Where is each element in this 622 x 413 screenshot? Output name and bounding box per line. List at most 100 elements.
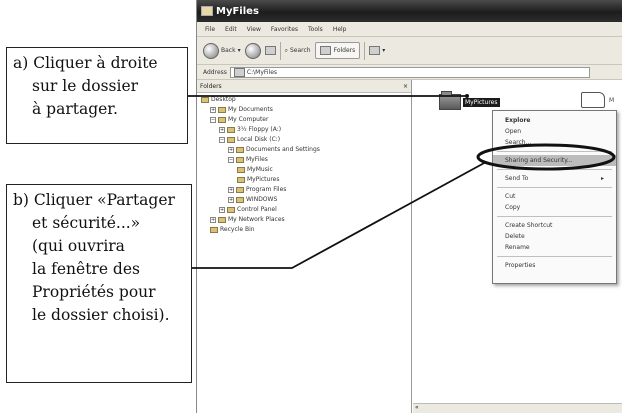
expand-icon[interactable]: + xyxy=(210,217,216,223)
folder-tree: Desktop + My Documents − My Computer +3½ Flop… xyxy=(197,93,411,235)
menu-help[interactable]: Help xyxy=(333,26,347,33)
tree-item-label: MyMusic xyxy=(247,166,273,173)
tree-item[interactable]: Recycle Bin xyxy=(197,225,411,235)
menu-separator xyxy=(497,216,612,217)
tree-item[interactable]: + My Documents xyxy=(197,105,411,115)
menu-view[interactable]: View xyxy=(247,26,261,33)
address-field[interactable]: C:\MyFiles xyxy=(229,66,590,78)
tree-item-label: Control Panel xyxy=(237,206,277,213)
selected-folder-label[interactable]: MyPictures xyxy=(463,98,500,107)
expand-icon[interactable]: + xyxy=(219,127,225,133)
callout-a-line: a) Cliquer à droite xyxy=(13,54,158,72)
forward-button[interactable] xyxy=(244,42,261,59)
folders-label: Folders xyxy=(333,47,356,54)
folders-icon xyxy=(319,46,331,55)
tree-item[interactable]: + My Network Places xyxy=(197,215,411,225)
menu-tools[interactable]: Tools xyxy=(308,26,323,33)
tree-item-label: My Network Places xyxy=(228,216,285,223)
back-button[interactable]: Back ▾ xyxy=(203,42,241,59)
context-menu-item[interactable]: Sharing and Security... xyxy=(493,155,616,166)
views-button[interactable]: ▾ xyxy=(369,46,385,55)
expand-icon[interactable]: + xyxy=(219,207,225,213)
tree-item-label: Recycle Bin xyxy=(220,226,255,233)
folder-label[interactable]: M xyxy=(609,97,614,104)
callout-step-a: a) Cliquer à droite sur le dossier à par… xyxy=(6,47,188,144)
menu-separator xyxy=(497,169,612,170)
tree-item[interactable]: +3½ Floppy (A:) xyxy=(197,125,411,135)
tree-item[interactable]: MyMusic xyxy=(197,165,411,175)
callout-a-line: à partager. xyxy=(32,100,118,118)
menu-edit[interactable]: Edit xyxy=(225,26,237,33)
expand-icon[interactable]: + xyxy=(210,107,216,113)
folder-icon[interactable] xyxy=(581,92,605,108)
tree-item[interactable]: − Local Disk (C:) xyxy=(197,135,411,145)
context-menu-item[interactable]: Properties xyxy=(493,260,616,271)
folder-icon xyxy=(218,107,226,113)
address-value: C:\MyFiles xyxy=(246,68,278,76)
folder-icon xyxy=(236,197,244,203)
tree-item[interactable]: Desktop xyxy=(197,95,411,105)
menu-favorites[interactable]: Favorites xyxy=(271,26,298,33)
menu-separator xyxy=(497,256,612,257)
title-bar[interactable]: MyFiles xyxy=(197,0,622,22)
callout-b-line: Propriétés pour xyxy=(32,283,156,301)
context-menu-item[interactable]: Search... xyxy=(493,137,616,148)
folders-pane-header: Folders × xyxy=(197,80,411,93)
toolbar-divider xyxy=(279,41,281,60)
tree-item[interactable]: + Documents and Settings xyxy=(197,145,411,155)
collapse-icon[interactable]: − xyxy=(228,157,234,163)
tree-item[interactable]: + Control Panel xyxy=(197,205,411,215)
up-folder-button[interactable] xyxy=(264,46,276,55)
tree-item[interactable]: + Program Files xyxy=(197,185,411,195)
folders-button[interactable]: Folders xyxy=(314,42,361,59)
context-menu-item[interactable]: Rename xyxy=(493,242,616,253)
tree-item-label: MyPictures xyxy=(247,176,280,183)
context-menu-item-label: Properties xyxy=(505,262,536,269)
context-menu-item[interactable]: Send To ▸ xyxy=(493,173,616,184)
folder-icon xyxy=(201,97,209,103)
collapse-icon[interactable]: − xyxy=(210,117,216,123)
context-menu-item[interactable]: Explore xyxy=(493,115,616,126)
tree-item-label: 3½ Floppy (A:) xyxy=(237,126,282,133)
menu-separator xyxy=(497,187,612,188)
menu-bar: File Edit View Favorites Tools Help xyxy=(197,22,622,37)
tree-item-label: My Computer xyxy=(228,116,269,123)
context-menu-item[interactable]: Cut xyxy=(493,191,616,202)
context-menu-item-label: Open xyxy=(505,128,522,135)
callout-b-line: le dossier choisi). xyxy=(32,306,170,324)
submenu-arrow-icon: ▸ xyxy=(600,175,604,182)
folders-pane-title: Folders xyxy=(200,82,222,90)
search-icon: ⌕ xyxy=(284,46,288,54)
expand-icon[interactable]: + xyxy=(228,147,234,153)
callout-a-line: sur le dossier xyxy=(32,77,139,95)
search-label: Search xyxy=(289,47,311,54)
close-icon[interactable]: × xyxy=(403,83,408,90)
context-menu-item[interactable]: Copy xyxy=(493,202,616,213)
collapse-icon[interactable]: − xyxy=(219,137,225,143)
tree-item[interactable]: + WINDOWS xyxy=(197,195,411,205)
folder-icon xyxy=(236,157,244,163)
callout-b-line: et sécurité...» xyxy=(32,214,141,232)
folder-icon xyxy=(227,137,235,143)
tree-item[interactable]: MyPictures xyxy=(197,175,411,185)
context-menu-item[interactable]: Open xyxy=(493,126,616,137)
folder-icon xyxy=(227,207,235,213)
tree-item[interactable]: − My Computer xyxy=(197,115,411,125)
menu-file[interactable]: File xyxy=(205,26,215,33)
menu-separator xyxy=(497,151,612,152)
tree-item-label: My Documents xyxy=(228,106,273,113)
context-menu-item[interactable]: Create Shortcut xyxy=(493,220,616,231)
search-button[interactable]: ⌕ Search xyxy=(285,47,311,55)
context-menu-item[interactable]: Delete xyxy=(493,231,616,242)
folders-pane: Folders × Desktop + My Documents − My Comput… xyxy=(197,80,412,413)
horizontal-scrollbar[interactable]: « xyxy=(413,403,622,413)
expand-icon[interactable]: + xyxy=(228,197,234,203)
folder-icon[interactable] xyxy=(439,91,461,110)
scroll-left-icon[interactable]: « xyxy=(415,404,419,411)
callout-b-line: b) Cliquer «Partager xyxy=(13,191,175,209)
tree-item[interactable]: − MyFiles xyxy=(197,155,411,165)
folder-icon xyxy=(201,6,213,16)
expand-icon[interactable]: + xyxy=(228,187,234,193)
context-menu-item-label: Rename xyxy=(505,244,530,251)
address-bar: Address C:\MyFiles xyxy=(197,65,622,80)
